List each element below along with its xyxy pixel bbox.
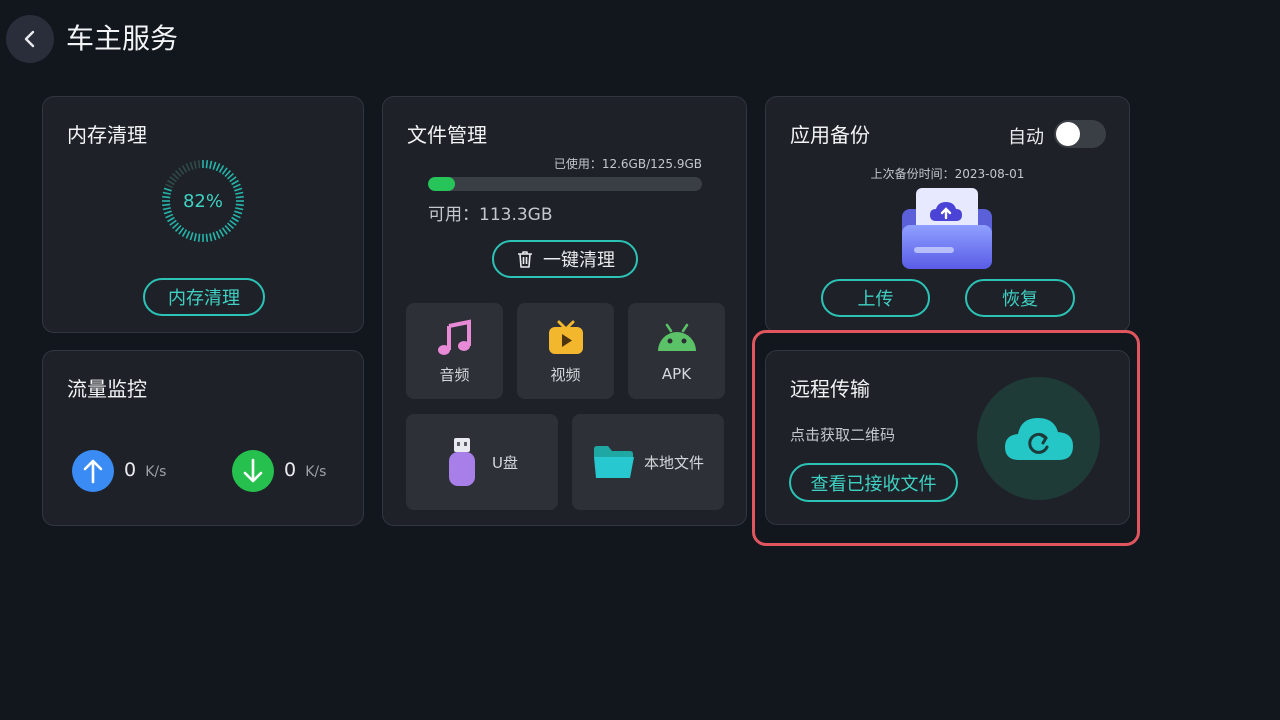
tile-local-files-label: 本地文件 [643, 453, 704, 472]
one-key-clean-button[interactable]: 一键清理 [492, 240, 638, 278]
tile-apk[interactable]: APK [628, 303, 725, 399]
memory-card: 内存清理 82% 内存清理 [42, 96, 364, 333]
app-backup-card: 应用备份 自动 上次备份时间：2023-08-01 上传 恢复 [765, 96, 1130, 333]
traffic-card: 流量监控 0 K/s 0 K/s [42, 350, 364, 526]
tile-video-label: 视频 [550, 365, 581, 384]
cloud-backup-illustration-icon [902, 188, 992, 269]
one-key-clean-label: 一键清理 [543, 250, 615, 271]
upload-speed: 0 K/s [124, 459, 166, 481]
remote-transfer-highlight [752, 330, 1140, 546]
file-management-card: 文件管理 已使用：12.6GB/125.9GB 可用：113.3GB 一键清理 … [382, 96, 747, 526]
download-speed: 0 K/s [284, 459, 326, 481]
back-button[interactable] [6, 15, 54, 63]
traffic-card-title: 流量监控 [67, 377, 147, 401]
video-icon [548, 320, 583, 354]
toggle-knob [1056, 122, 1080, 146]
page-title: 车主服务 [66, 22, 179, 55]
tile-apk-label: APK [661, 365, 692, 383]
tile-usb[interactable]: U盘 [406, 414, 558, 510]
memory-card-title: 内存清理 [67, 123, 147, 147]
tile-audio-label: 音频 [439, 365, 470, 384]
tile-audio[interactable]: 音频 [406, 303, 503, 399]
restore-backup-button[interactable]: 恢复 [965, 279, 1075, 317]
storage-used-label: 已使用：12.6GB/125.9GB [553, 157, 702, 171]
download-speed-unit: K/s [305, 464, 327, 480]
memory-clean-button[interactable]: 内存清理 [143, 278, 265, 316]
download-arrow-icon [232, 450, 274, 492]
last-backup-time: 上次备份时间：2023-08-01 [870, 167, 1025, 181]
storage-available-label: 可用：113.3GB [428, 205, 553, 225]
storage-progress-fill [428, 177, 456, 191]
tile-video[interactable]: 视频 [517, 303, 614, 399]
upload-speed-unit: K/s [145, 464, 167, 480]
music-icon [437, 319, 471, 355]
auto-backup-label: 自动 [1008, 127, 1044, 148]
chevron-left-icon [24, 30, 35, 48]
file-card-title: 文件管理 [407, 123, 487, 147]
memory-percent: 82% [182, 190, 223, 212]
tile-usb-label: U盘 [492, 453, 518, 472]
tile-local-files[interactable]: 本地文件 [572, 414, 724, 510]
trash-icon [518, 251, 532, 268]
usb-drive-icon [449, 438, 475, 486]
download-speed-value: 0 [284, 459, 297, 481]
folder-icon [593, 446, 634, 478]
upload-backup-button[interactable]: 上传 [821, 279, 930, 317]
upload-speed-value: 0 [124, 459, 137, 481]
upload-arrow-icon [72, 450, 114, 492]
android-icon [657, 323, 696, 351]
auto-backup-toggle[interactable] [1054, 120, 1106, 148]
storage-progress-bar [428, 177, 702, 191]
backup-card-title: 应用备份 [790, 123, 870, 147]
